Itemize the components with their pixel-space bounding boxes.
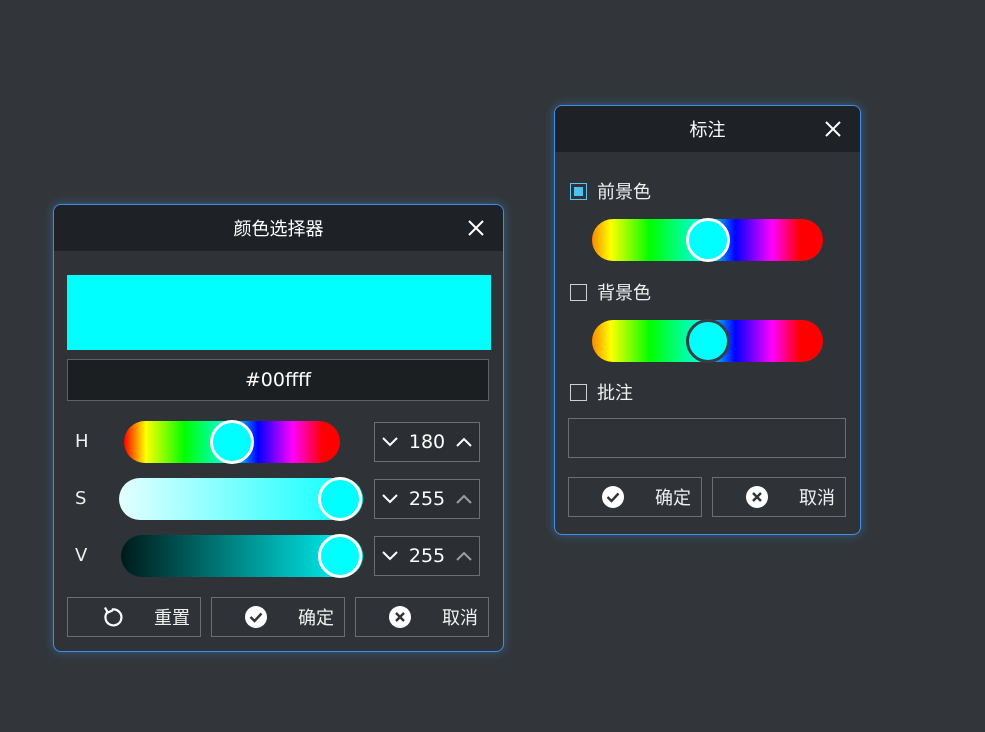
cancel-circle-icon: [387, 604, 413, 630]
value-slider-thumb[interactable]: [318, 534, 362, 578]
close-icon: [825, 121, 841, 137]
value-increment-button[interactable]: [455, 547, 473, 565]
hue-decrement-button[interactable]: [381, 433, 399, 451]
hue-spinbox[interactable]: 180: [374, 422, 480, 462]
saturation-label: S: [75, 488, 87, 509]
hue-label: H: [75, 431, 89, 452]
cancel-label: 取消: [442, 608, 478, 629]
note-input[interactable]: [568, 418, 846, 458]
annotation-close-button[interactable]: [822, 118, 844, 140]
annotation-cancel-label: 取消: [799, 488, 835, 509]
annotation-dialog: 标注 前景色 背景色 批注 确定 取消: [554, 105, 861, 535]
hue-slider-thumb[interactable]: [210, 420, 254, 464]
hex-value-field[interactable]: #00ffff: [67, 359, 489, 401]
hex-value-text: #00ffff: [244, 369, 312, 391]
cancel-circle-icon: [744, 484, 770, 510]
foreground-hue-thumb[interactable]: [686, 218, 730, 262]
reset-icon: [99, 604, 125, 630]
color-preview: [67, 275, 491, 350]
annotation-ok-button[interactable]: 确定: [568, 477, 702, 517]
reset-label: 重置: [154, 608, 190, 629]
value-decrement-button[interactable]: [381, 547, 399, 565]
annotation-titlebar: 标注: [555, 106, 860, 152]
annotation-title: 标注: [689, 120, 726, 141]
note-checkbox-row[interactable]: 批注: [570, 379, 633, 405]
background-checkbox-row[interactable]: 背景色: [570, 279, 651, 305]
note-label: 批注: [597, 383, 633, 404]
background-hue-thumb[interactable]: [686, 319, 730, 363]
background-label: 背景色: [597, 283, 651, 304]
foreground-checkbox-row[interactable]: 前景色: [570, 178, 651, 204]
picker-title: 颜色选择器: [233, 219, 324, 240]
check-circle-icon: [600, 484, 626, 510]
saturation-slider-thumb[interactable]: [318, 477, 362, 521]
chevron-up-icon: [456, 494, 472, 504]
check-circle-icon: [243, 604, 269, 630]
saturation-value: 255: [408, 488, 446, 510]
close-icon: [468, 220, 484, 236]
color-picker-dialog: 颜色选择器 #00ffff H 180 S 255 V 255 重置 确定 取消: [53, 204, 504, 652]
value-value: 255: [408, 545, 446, 567]
ok-label: 确定: [298, 608, 334, 629]
annotation-ok-label: 确定: [655, 488, 691, 509]
chevron-down-icon: [382, 494, 398, 504]
chevron-down-icon: [382, 437, 398, 447]
foreground-checkbox[interactable]: [570, 182, 587, 200]
foreground-label: 前景色: [597, 182, 651, 203]
annotation-cancel-button[interactable]: 取消: [712, 477, 846, 517]
saturation-decrement-button[interactable]: [381, 490, 399, 508]
value-spinbox[interactable]: 255: [374, 536, 480, 576]
picker-close-button[interactable]: [465, 217, 487, 239]
saturation-increment-button[interactable]: [455, 490, 473, 508]
chevron-down-icon: [382, 551, 398, 561]
hue-increment-button[interactable]: [455, 433, 473, 451]
reset-button[interactable]: 重置: [67, 597, 201, 637]
cancel-button[interactable]: 取消: [355, 597, 489, 637]
chevron-up-icon: [456, 437, 472, 447]
note-checkbox[interactable]: [570, 383, 587, 401]
hue-value: 180: [408, 431, 446, 453]
saturation-spinbox[interactable]: 255: [374, 479, 480, 519]
ok-button[interactable]: 确定: [211, 597, 345, 637]
background-checkbox[interactable]: [570, 283, 587, 301]
picker-titlebar: 颜色选择器: [54, 205, 503, 251]
value-label: V: [75, 545, 88, 566]
chevron-up-icon: [456, 551, 472, 561]
